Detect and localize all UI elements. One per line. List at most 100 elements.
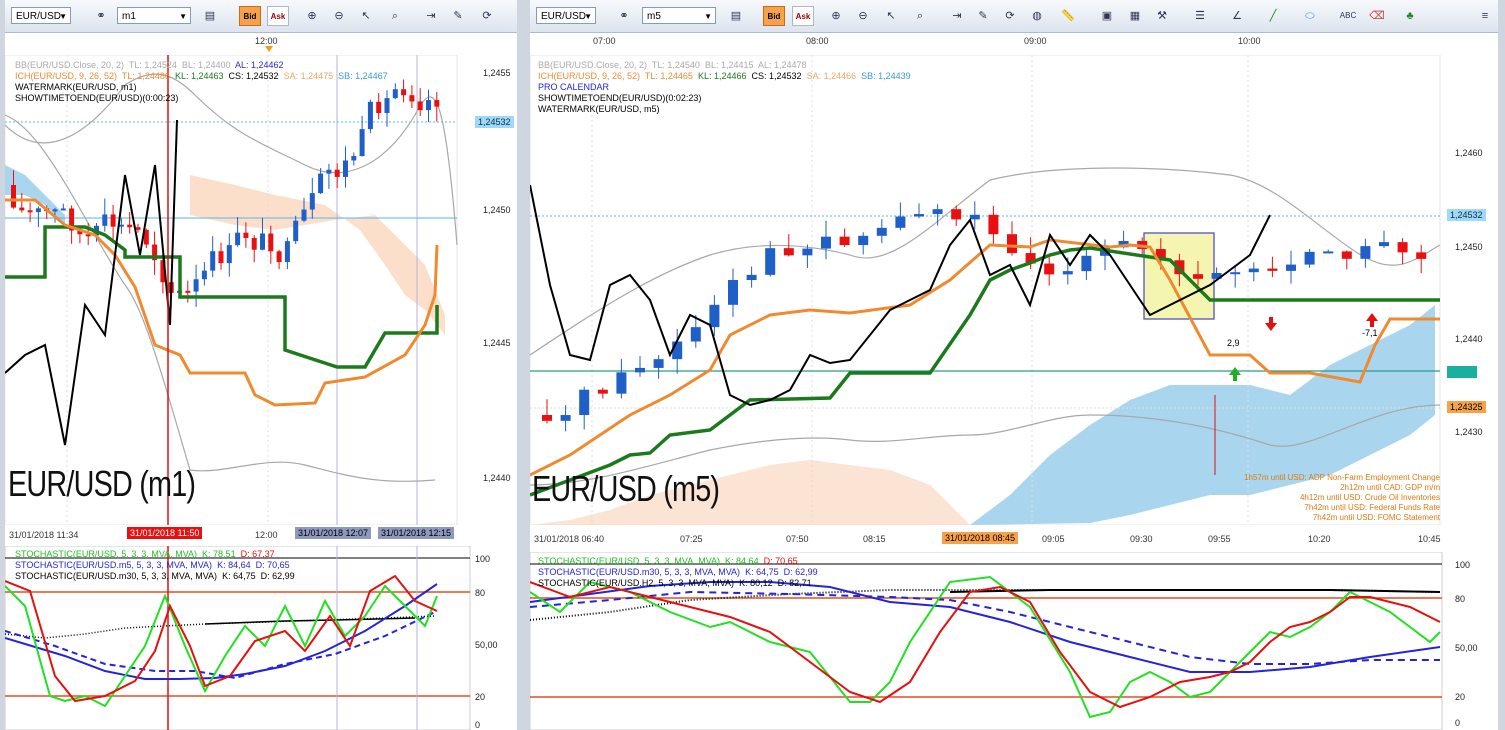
calendar-event: 2h12m until CAD: GDP m/m <box>1340 483 1440 492</box>
time-label: 31/01/2018 06:40 <box>534 534 605 544</box>
menu-icon[interactable]: ≡ <box>1475 6 1495 26</box>
candle-body <box>560 415 571 421</box>
cursor-time-badge: 31/01/2018 08:45 <box>942 532 1019 544</box>
ich-tl: TL: 1,24486 <box>121 71 170 81</box>
bid-button[interactable]: Bid <box>763 6 785 26</box>
candle-body <box>19 207 25 211</box>
chevron-down-icon: ▼ <box>59 12 67 21</box>
chart-type-icon[interactable]: ▤ <box>200 6 220 26</box>
image-icon[interactable]: ▣ <box>1097 6 1117 26</box>
ask-button[interactable]: Ask <box>267 6 289 26</box>
left-price-chart[interactable] <box>5 55 517 525</box>
zoom-area-icon[interactable]: ⌕ <box>385 6 405 26</box>
symbol-select[interactable]: EUR/USD ▼ <box>536 7 596 24</box>
candle-body <box>988 214 999 235</box>
time-label: 31/01/2018 11:34 <box>9 530 79 540</box>
stoch3-k: K: 64,75 <box>222 571 256 581</box>
template-icon[interactable]: ▦ <box>1125 6 1145 26</box>
left-chart-window: EUR/USD ▼ ⚭ m1 ▼ ▤ Bid Ask ⊕ ⊖ ↖ ⌕ ⇥ ✎ ⟳ 1… <box>5 0 517 730</box>
timeframe-value: m5 <box>647 11 661 22</box>
candle-body <box>1397 242 1408 253</box>
candle-body <box>1323 251 1334 254</box>
candle-body <box>367 101 373 130</box>
refresh-icon[interactable]: ⟳ <box>1000 6 1020 26</box>
trend-tools-icon[interactable]: ∠ <box>1227 6 1247 26</box>
ich-cs: CS: 1,24532 <box>228 71 279 81</box>
candle-body <box>52 209 58 212</box>
ich-sb: SB: 1,24467 <box>338 71 388 81</box>
link-icon[interactable]: ⚭ <box>614 6 634 26</box>
showtimetoend-label: SHOWTIMETOEND(EUR/USD)(0:00:23) <box>15 93 179 103</box>
cursor-icon[interactable]: ↖ <box>356 6 376 26</box>
note-icon[interactable]: ✎ <box>973 6 993 26</box>
link-icon[interactable]: ⚭ <box>91 6 111 26</box>
candle-body <box>417 101 423 111</box>
bb-al: AL: 1,24462 <box>235 60 284 70</box>
cursor-icon[interactable]: ↖ <box>881 6 901 26</box>
candle-body <box>27 210 33 213</box>
stoch3-k: K: 80,12 <box>739 578 773 588</box>
period-icon[interactable]: ⇥ <box>947 6 967 26</box>
ich-kl: KL: 1,24463 <box>174 71 224 81</box>
ellipse-tool-icon[interactable]: ⬭ <box>1300 6 1320 26</box>
osc-level-label: 20 <box>475 692 486 702</box>
globe-icon[interactable]: ◍ <box>1027 6 1047 26</box>
zoom-in-icon[interactable]: ⊕ <box>302 6 322 26</box>
chart-type-icon[interactable]: ▤ <box>726 6 746 26</box>
timeframe-select[interactable]: m1 ▼ <box>117 7 191 24</box>
objects-icon[interactable]: ♣ <box>1400 6 1420 26</box>
zoom-out-icon[interactable]: ⊖ <box>329 6 349 26</box>
candle-body <box>1341 251 1352 259</box>
ask-button[interactable]: Ask <box>792 6 814 26</box>
chart-watermark: EUR/USD (m1) <box>8 463 196 504</box>
candle-body <box>60 208 66 211</box>
candle-body <box>1081 255 1092 272</box>
time-label: 07:25 <box>680 534 703 544</box>
candle-body <box>268 233 274 252</box>
current-price-badge: 1,24532 <box>1447 209 1486 221</box>
chart-watermark: EUR/USD (m5) <box>532 468 720 509</box>
candle-body <box>127 224 133 228</box>
line-tool-icon[interactable]: ╱ <box>1263 6 1283 26</box>
zoom-in-icon[interactable]: ⊕ <box>826 6 846 26</box>
zoom-out-icon[interactable]: ⊖ <box>853 6 873 26</box>
time-label: 10:20 <box>1308 534 1331 544</box>
osc-level-label: 20 <box>1455 692 1466 702</box>
note-icon[interactable]: ✎ <box>448 6 468 26</box>
candle-body <box>201 270 207 280</box>
refresh-icon[interactable]: ⟳ <box>477 6 497 26</box>
period-icon[interactable]: ⇥ <box>421 6 441 26</box>
current-price-badge: 1,24532 <box>475 116 514 128</box>
drawing-tools-icon[interactable]: ⚒ <box>1152 6 1172 26</box>
time-label: 08:15 <box>863 534 886 544</box>
candle-body <box>1007 234 1017 254</box>
price-label: 1,2450 <box>483 205 511 215</box>
horizontal-lines-icon[interactable]: ☰ <box>1190 6 1210 26</box>
zoom-area-icon[interactable]: ⌕ <box>910 6 930 26</box>
candle-body <box>1416 252 1427 259</box>
eraser-icon[interactable]: ⌫ <box>1367 6 1387 26</box>
ruler-icon[interactable]: 📏 <box>1058 6 1078 26</box>
stoch3-label: STOCHASTIC(EUR/USD.m30, 5, 3, 3, MVA, MV… <box>15 571 218 581</box>
time-label: 10:45 <box>1418 534 1441 544</box>
candle-body <box>218 251 224 264</box>
osc-level-label: 0 <box>475 720 481 730</box>
candle-body <box>858 235 869 246</box>
osc-level-label: 100 <box>475 554 491 564</box>
candle-body <box>334 169 340 177</box>
timeframe-select[interactable]: m5 ▼ <box>642 7 716 24</box>
left-stochastic-legend: STOCHASTIC(EUR/USD, 5, 3, 3, MVA, MVA) K… <box>15 549 295 582</box>
calendar-event: 4h12m until USD: Crude Oil Inventories <box>1299 493 1440 502</box>
bid-button[interactable]: Bid <box>239 6 261 26</box>
ich-sa: SA: 1,24466 <box>806 71 857 81</box>
candle-body <box>210 251 216 271</box>
price-label: 1,2440 <box>1455 334 1483 344</box>
text-tool-icon[interactable]: ABC <box>1338 6 1358 26</box>
left-indicator-legend: BB(EUR/USD.Close, 20, 2) TL: 1,24524 BL:… <box>15 60 388 104</box>
bb-al: AL: 1,24478 <box>758 60 807 70</box>
price-label: 1,2460 <box>1455 148 1483 158</box>
calendar-list: 1h57m until USD: ADP Non-Farm Employment… <box>1244 473 1440 523</box>
candle-body <box>284 241 290 263</box>
symbol-select[interactable]: EUR/USD ▼ <box>11 7 71 24</box>
right-price-chart[interactable] <box>530 55 1498 525</box>
